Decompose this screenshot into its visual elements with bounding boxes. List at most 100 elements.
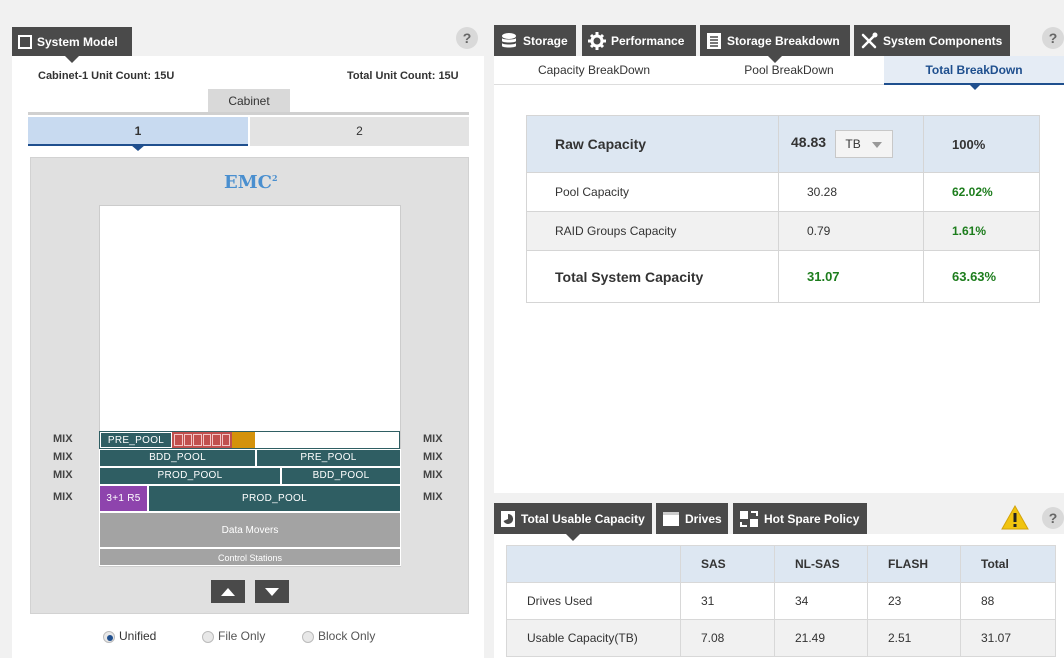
cell: 88 (960, 582, 1056, 620)
total-value: 31.07 (778, 250, 924, 303)
cabinet-tab-1[interactable]: 1 (28, 117, 248, 146)
row-value: 0.79 (778, 211, 924, 251)
cell: 21.49 (774, 619, 868, 657)
tab-storage[interactable]: Storage (494, 25, 576, 56)
mix-label-left: MIX (53, 491, 73, 503)
sub-tab-total-breakdown[interactable]: Total BreakDown (884, 56, 1064, 85)
radio-icon (103, 630, 115, 643)
sub-tab-pool-breakdown[interactable]: Pool BreakDown (694, 56, 884, 85)
mix-label-right: MIX (423, 451, 443, 463)
hot-spare-drive[interactable] (232, 432, 255, 448)
cell: 7.08 (680, 619, 775, 657)
capacity-table: Raw Capacity 48.83 TB 100% Pool Capacity… (526, 115, 1040, 303)
control-stations[interactable]: Control Stations (99, 548, 401, 566)
help-icon[interactable]: ? (456, 27, 478, 49)
column-header: SAS (680, 545, 775, 583)
tab-total-usable-capacity[interactable]: Total Usable Capacity (494, 503, 652, 541)
pool-prod-pool[interactable]: PROD_POOL (99, 467, 281, 485)
mode-block-only[interactable]: Block Only (302, 629, 375, 643)
scroll-up-button[interactable] (211, 580, 245, 603)
sub-tab-label: Total BreakDown (925, 63, 1023, 77)
table-header-row: SAS NL-SAS FLASH Total (506, 545, 1056, 583)
mode-file-only[interactable]: File Only (202, 629, 265, 643)
document-icon (707, 32, 721, 49)
square-icon (18, 34, 32, 49)
tab-drives[interactable]: Drives (656, 503, 728, 534)
warning-icon[interactable] (1001, 504, 1029, 533)
column-header: NL-SAS (774, 545, 868, 583)
ssd-drives[interactable] (172, 432, 232, 448)
drive-table: SAS NL-SAS FLASH Total Drives Used 31 34… (506, 545, 1056, 657)
pool-pre-pool[interactable]: PRE_POOL (256, 449, 401, 467)
table-row: Drives Used 31 34 23 88 (506, 582, 1056, 620)
pool-pre-pool[interactable]: PRE_POOL (100, 432, 172, 448)
radio-icon (202, 630, 214, 643)
tab-label: System Model (37, 34, 118, 49)
cabinet-unit-count: Cabinet-1 Unit Count: 15U (38, 70, 175, 82)
pool-bdd-pool[interactable]: BDD_POOL (281, 467, 401, 485)
tab-hot-spare-label: Hot Spare Policy (764, 511, 860, 526)
mix-label-left: MIX (53, 469, 73, 481)
total-label: Total System Capacity (526, 250, 779, 303)
drive-icon (663, 511, 679, 526)
row-value: 30.28 (778, 172, 924, 212)
table-row: RAID Groups Capacity 0.79 1.61% (526, 211, 1040, 251)
cabinet-tab-2-label: 2 (356, 124, 363, 138)
tab-hot-spare-policy[interactable]: Hot Spare Policy (733, 503, 867, 534)
row-label: Usable Capacity(TB) (506, 619, 681, 657)
cabinet-tab-2[interactable]: 2 (250, 117, 469, 146)
help-icon[interactable]: ? (1042, 507, 1064, 529)
cabinet-tab-1-label: 1 (134, 124, 142, 138)
row-percent: 1.61% (923, 211, 1040, 251)
sub-tab-capacity-breakdown[interactable]: Capacity BreakDown (494, 56, 694, 85)
column-header: Total (960, 545, 1056, 583)
tab-storage-breakdown[interactable]: Storage Breakdown (700, 25, 850, 63)
cell: 34 (774, 582, 868, 620)
pool-bdd-pool[interactable]: BDD_POOL (99, 449, 256, 467)
raw-capacity-row: Raw Capacity 48.83 TB 100% (526, 115, 1040, 173)
mix-label-left: MIX (53, 451, 73, 463)
tab-performance[interactable]: Performance (582, 25, 696, 56)
radio-icon (302, 630, 314, 643)
mix-label-right: MIX (423, 491, 443, 503)
cell: 2.51 (867, 619, 961, 657)
column-header: FLASH (867, 545, 961, 583)
scroll-down-button[interactable] (255, 580, 289, 603)
swap-icon (740, 510, 758, 527)
raw-capacity-cell: 48.83 TB (778, 115, 924, 173)
gear-icon (588, 31, 606, 50)
tab-performance-label: Performance (611, 33, 685, 48)
pool-prod-pool[interactable]: PROD_POOL (148, 485, 401, 512)
emc-logo: EMC2 (224, 172, 278, 193)
pie-icon (501, 510, 515, 527)
total-unit-count: Total Unit Count: 15U (347, 70, 459, 82)
data-movers[interactable]: Data Movers (99, 512, 401, 548)
tab-system-model[interactable]: System Model (12, 27, 132, 63)
raw-capacity-value: 48.83 (791, 134, 827, 151)
help-icon[interactable]: ? (1042, 27, 1064, 49)
tab-system-components[interactable]: System Components (854, 25, 1010, 56)
row-label: RAID Groups Capacity (526, 211, 779, 251)
row-percent: 62.02% (923, 172, 1040, 212)
cabinet-tabs-border (28, 112, 469, 115)
tab-usable-label: Total Usable Capacity (521, 511, 645, 526)
table-row: Usable Capacity(TB) 7.08 21.49 2.51 31.0… (506, 619, 1056, 657)
unit-select-value: TB (845, 137, 861, 151)
raw-capacity-label: Raw Capacity (526, 115, 779, 173)
table-row: Pool Capacity 30.28 62.02% (526, 172, 1040, 212)
cabinet-tab-1-caret (131, 145, 145, 151)
arrow-down-icon (265, 587, 279, 596)
total-row: Total System Capacity 31.07 63.63% (526, 250, 1040, 303)
tab-drives-label: Drives (685, 511, 722, 526)
row-label: Pool Capacity (526, 172, 779, 212)
sub-tab-caret (969, 84, 981, 90)
sub-tab-label: Capacity BreakDown (537, 63, 651, 77)
total-percent: 63.63% (923, 250, 1040, 303)
unit-select[interactable]: TB (835, 130, 894, 158)
cell: 31 (680, 582, 775, 620)
tools-icon (861, 32, 878, 48)
raid-group[interactable]: 3+1 R5 (99, 485, 148, 512)
mode-unified[interactable]: Unified (103, 629, 156, 643)
cabinet-label: Cabinet (208, 89, 290, 113)
tab-storage-breakdown-label: Storage Breakdown (727, 33, 840, 48)
